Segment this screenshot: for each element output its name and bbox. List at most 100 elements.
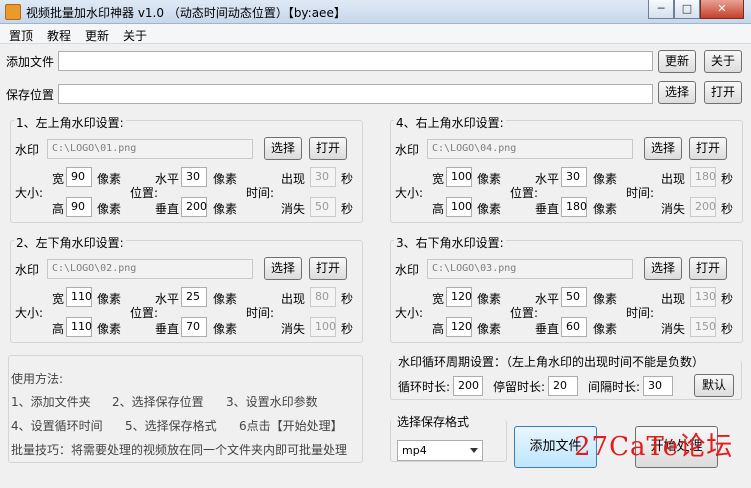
about-button[interactable]: 关于 [704, 50, 742, 73]
tl-open-watermark-button[interactable]: 打开 [309, 137, 347, 160]
tl-appear-input[interactable]: 30 [310, 167, 336, 187]
br-choose-watermark-button[interactable]: 选择 [644, 257, 682, 280]
br-watermark-path-input[interactable]: C:\LOGO\03.png [427, 259, 633, 279]
tl-horizontal-input[interactable]: 30 [181, 167, 207, 187]
bl-horizontal-unit: 像素 [213, 292, 238, 306]
app-icon [5, 4, 21, 20]
tl-height-input[interactable]: 90 [66, 197, 92, 217]
bl-appear-input[interactable]: 80 [310, 287, 336, 307]
bl-width-input[interactable]: 110 [66, 287, 92, 307]
site-watermark: 27CaTe论坛 [574, 432, 734, 462]
br-time-label: 时间: [626, 306, 655, 320]
loop-duration-label: 循环时长: [398, 380, 451, 394]
help-step-5: 5、选择保存格式 [125, 419, 217, 433]
tr-width-unit: 像素 [477, 172, 502, 186]
tr-height-input[interactable]: 100 [446, 197, 472, 217]
tl-panel-title: 1、左上角水印设置: [14, 114, 126, 131]
tr-watermark-path-input[interactable]: C:\LOGO\04.png [427, 139, 633, 159]
close-button[interactable]: ✕ [700, 0, 744, 19]
tl-choose-watermark-button[interactable]: 选择 [264, 137, 302, 160]
tr-appear-unit: 秒 [721, 172, 734, 186]
update-button[interactable]: 更新 [658, 50, 696, 73]
bl-choose-watermark-button[interactable]: 选择 [264, 257, 302, 280]
choose-save-button[interactable]: 选择 [658, 81, 696, 104]
bl-vanish-input[interactable]: 100 [310, 317, 336, 337]
tr-vanish-label: 消失 [661, 202, 686, 216]
format-title: 选择保存格式 [397, 415, 470, 429]
bl-width-unit: 像素 [97, 292, 122, 306]
bl-open-watermark-button[interactable]: 打开 [309, 257, 347, 280]
menu-item-about[interactable]: 关于 [123, 27, 147, 44]
bl-vertical-input[interactable]: 70 [181, 317, 207, 337]
default-button[interactable]: 默认 [694, 374, 734, 397]
tr-watermark-label: 水印 [395, 143, 420, 157]
tl-width-input[interactable]: 90 [66, 167, 92, 187]
bl-vanish-unit: 秒 [341, 322, 354, 336]
tl-height-unit: 像素 [97, 202, 122, 216]
br-horizontal-label: 水平 [535, 292, 560, 306]
add-file-input[interactable] [58, 51, 653, 71]
tr-width-input[interactable]: 100 [446, 167, 472, 187]
tl-horizontal-unit: 像素 [213, 172, 238, 186]
bl-height-label: 高 [52, 322, 65, 336]
br-width-label: 宽 [432, 292, 445, 306]
save-location-label: 保存位置 [6, 88, 55, 102]
bl-vertical-label: 垂直 [155, 322, 180, 336]
help-step-1: 1、添加文件夹 [11, 395, 91, 409]
tl-width-unit: 像素 [97, 172, 122, 186]
tl-watermark-path-input[interactable]: C:\LOGO\01.png [47, 139, 253, 159]
tr-time-label: 时间: [626, 186, 655, 200]
br-vertical-unit: 像素 [593, 322, 618, 336]
menu-item-tutorial[interactable]: 教程 [47, 27, 71, 44]
tr-horizontal-input[interactable]: 30 [561, 167, 587, 187]
tr-width-label: 宽 [432, 172, 445, 186]
minimize-button[interactable]: ─ [648, 0, 674, 19]
tl-width-label: 宽 [52, 172, 65, 186]
tl-horizontal-label: 水平 [155, 172, 180, 186]
maximize-button[interactable]: □ [674, 0, 700, 19]
br-open-watermark-button[interactable]: 打开 [689, 257, 727, 280]
bl-watermark-path-input[interactable]: C:\LOGO\02.png [47, 259, 253, 279]
tr-choose-watermark-button[interactable]: 选择 [644, 137, 682, 160]
bl-appear-label: 出现 [281, 292, 306, 306]
format-select[interactable]: mp4 [397, 440, 483, 461]
br-height-label: 高 [432, 322, 445, 336]
br-appear-label: 出现 [661, 292, 686, 306]
tl-position-label: 位置: [130, 186, 159, 200]
br-size-label: 大小: [395, 306, 424, 320]
menu-item-pin[interactable]: 置顶 [9, 27, 33, 44]
tr-appear-input[interactable]: 180 [690, 167, 716, 187]
tr-horizontal-label: 水平 [535, 172, 560, 186]
tl-vanish-unit: 秒 [341, 202, 354, 216]
help-step-6: 6点击【开始处理】 [239, 419, 343, 433]
bl-horizontal-input[interactable]: 25 [181, 287, 207, 307]
tr-open-watermark-button[interactable]: 打开 [689, 137, 727, 160]
stay-duration-input[interactable]: 20 [548, 376, 578, 396]
save-location-input[interactable] [58, 84, 653, 104]
tl-vertical-input[interactable]: 200 [181, 197, 207, 217]
tr-horizontal-unit: 像素 [593, 172, 618, 186]
br-height-input[interactable]: 120 [446, 317, 472, 337]
br-appear-input[interactable]: 130 [690, 287, 716, 307]
bl-height-input[interactable]: 110 [66, 317, 92, 337]
tr-height-label: 高 [432, 202, 445, 216]
bl-size-label: 大小: [15, 306, 44, 320]
br-vertical-label: 垂直 [535, 322, 560, 336]
br-vertical-input[interactable]: 60 [561, 317, 587, 337]
br-vanish-input[interactable]: 150 [690, 317, 716, 337]
open-save-button[interactable]: 打开 [704, 81, 742, 104]
stay-duration-label: 停留时长: [493, 380, 546, 394]
gap-duration-input[interactable]: 30 [643, 376, 673, 396]
loop-duration-input[interactable]: 200 [453, 376, 483, 396]
tr-vanish-input[interactable]: 200 [690, 197, 716, 217]
bl-panel-title: 2、左下角水印设置: [14, 234, 126, 251]
br-horizontal-input[interactable]: 50 [561, 287, 587, 307]
tr-vertical-input[interactable]: 180 [561, 197, 587, 217]
br-width-input[interactable]: 120 [446, 287, 472, 307]
tl-vanish-input[interactable]: 50 [310, 197, 336, 217]
bl-appear-unit: 秒 [341, 292, 354, 306]
bl-time-label: 时间: [246, 306, 275, 320]
br-width-unit: 像素 [477, 292, 502, 306]
menu-item-update[interactable]: 更新 [85, 27, 109, 44]
help-step-2: 2、选择保存位置 [112, 395, 204, 409]
